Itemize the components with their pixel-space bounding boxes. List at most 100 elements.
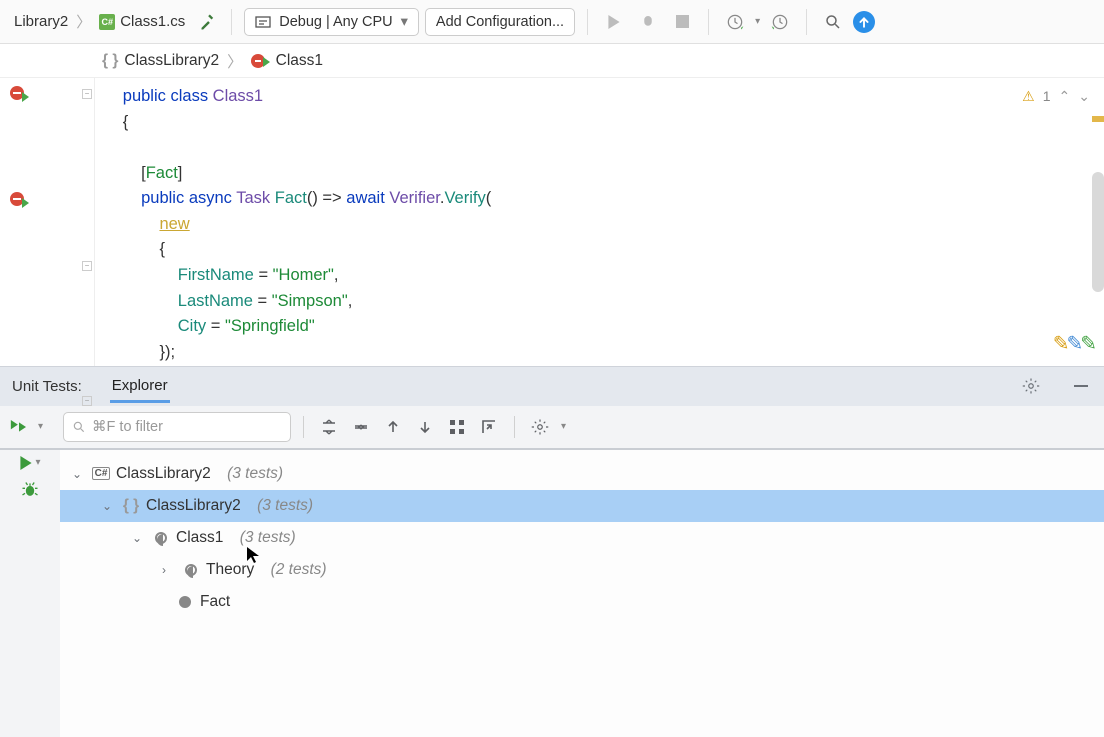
chevron-right-icon: 〉 — [76, 11, 91, 32]
code-line: LastName = "Simpson", — [109, 289, 1104, 315]
test-tree: ⌄ C# ClassLibrary2 (3 tests) ⌄ { } Class… — [60, 450, 1104, 737]
config-icon — [255, 14, 271, 30]
filter-input[interactable]: ⌘F to filter — [63, 412, 291, 442]
chevron-right-icon: 〉 — [227, 50, 243, 72]
toolbar-separator — [587, 9, 588, 35]
filter-placeholder: ⌘F to filter — [92, 419, 163, 435]
warning-icon: ⚠ — [1022, 86, 1035, 108]
update-available-icon[interactable] — [853, 11, 875, 33]
test-icon — [176, 596, 194, 608]
code-line: public class Class1 — [109, 84, 1104, 110]
tree-count: (3 tests) — [257, 497, 313, 515]
code-line: }); — [109, 340, 1104, 366]
collapse-all-icon[interactable] — [348, 414, 374, 440]
tree-node-class[interactable]: ⌄ Class1 (3 tests) — [60, 522, 1104, 554]
tree-label: ClassLibrary2 — [116, 465, 211, 483]
csharp-project-icon: C# — [92, 467, 110, 480]
unit-tests-panel-header: Unit Tests: Explorer — [0, 366, 1104, 406]
down-arrow-icon[interactable] — [412, 414, 438, 440]
unit-tests-toolbar: ▾ ⌘F to filter ▾ — [0, 406, 1104, 450]
test-group-icon — [182, 564, 200, 576]
cursor-icon — [246, 546, 260, 564]
build-hammer-icon[interactable] — [199, 12, 219, 32]
path-crumb[interactable]: Library2 〉 C# Class1.cs — [6, 7, 193, 36]
namespace-icon: { } — [122, 497, 140, 515]
run-dropdown-icon[interactable]: ▾ — [36, 421, 43, 432]
tree-node-theory[interactable]: › Theory (2 tests) — [60, 554, 1104, 586]
breadcrumb-ns-label: ClassLibrary2 — [124, 52, 219, 70]
minimize-icon[interactable] — [1070, 375, 1092, 397]
options-dropdown-icon[interactable]: ▾ — [559, 421, 566, 432]
code-line: City = "Springfield" — [109, 314, 1104, 340]
code-editor[interactable]: public class Class1 { [Fact] public asyn… — [95, 78, 1104, 366]
tree-count: (3 tests) — [227, 465, 283, 483]
unit-tests-label: Unit Tests: — [12, 378, 82, 395]
tree-count: (2 tests) — [271, 561, 327, 579]
options-gear-icon[interactable] — [527, 414, 553, 440]
tree-count: (3 tests) — [240, 529, 296, 547]
fold-icon[interactable]: − — [82, 89, 92, 99]
run-configuration-dropdown[interactable]: Debug | Any CPU ▾ — [244, 8, 419, 36]
unit-tests-body: ▾ ⌄ C# ClassLibrary2 (3 tests) ⌄ { } Cla… — [0, 450, 1104, 737]
run-button[interactable]: ▾ — [19, 456, 40, 470]
class-run-icon — [251, 54, 270, 68]
tree-label: ClassLibrary2 — [146, 497, 241, 515]
tree-node-fact[interactable]: Fact — [60, 586, 1104, 618]
code-line: FirstName = "Homer", — [109, 263, 1104, 289]
code-line: { — [109, 110, 1104, 136]
toolbar-separator — [514, 416, 515, 438]
debug-button[interactable] — [634, 8, 662, 36]
error-stripe-warning[interactable] — [1092, 116, 1104, 122]
fold-icon[interactable]: − — [82, 396, 92, 406]
explorer-tab[interactable]: Explorer — [110, 369, 170, 403]
warning-count: 1 — [1043, 86, 1051, 108]
layout-icon[interactable] — [476, 414, 502, 440]
gear-icon[interactable] — [1020, 375, 1042, 397]
chevron-down-icon[interactable]: ⌄ — [132, 531, 146, 545]
up-arrow-icon[interactable] — [380, 414, 406, 440]
run-test-gutter-icon[interactable] — [10, 192, 30, 212]
pencils-icon[interactable]: ✎✎✎ — [1053, 329, 1094, 360]
search-icon — [72, 420, 86, 434]
namespace-icon: { } — [102, 52, 118, 70]
chevron-down-icon[interactable]: ⌄ — [102, 499, 116, 513]
editor-breadcrumb: { } ClassLibrary2 〉 Class1 — [0, 44, 1104, 78]
add-configuration-button[interactable]: Add Configuration... — [425, 8, 575, 36]
run-test-gutter-icon[interactable] — [10, 86, 30, 106]
tree-node-project[interactable]: ⌄ C# ClassLibrary2 (3 tests) — [60, 458, 1104, 490]
chevron-down-icon[interactable]: ⌄ — [72, 467, 86, 481]
run-button[interactable] — [600, 8, 628, 36]
gutter: − − − — [0, 78, 95, 366]
tree-label: Fact — [200, 593, 230, 611]
toolbar-separator — [708, 9, 709, 35]
fold-icon[interactable]: − — [82, 261, 92, 271]
breadcrumb-class[interactable]: Class1 — [251, 52, 323, 70]
main-toolbar: Library2 〉 C# Class1.cs Debug | Any CPU … — [0, 0, 1104, 44]
stop-button[interactable] — [668, 8, 696, 36]
tree-node-namespace[interactable]: ⌄ { } ClassLibrary2 (3 tests) — [60, 490, 1104, 522]
expand-all-icon[interactable] — [316, 414, 342, 440]
search-icon[interactable] — [819, 8, 847, 36]
code-line — [109, 135, 1104, 161]
tree-label: Class1 — [176, 529, 223, 547]
refresh-icon[interactable] — [766, 8, 794, 36]
run-with-icon[interactable] — [721, 8, 749, 36]
code-line: public async Task Fact() => await Verifi… — [109, 186, 1104, 212]
prev-highlight-icon[interactable]: ⌃ — [1059, 86, 1071, 108]
config-label: Debug | Any CPU — [279, 14, 392, 30]
code-line: new — [109, 212, 1104, 238]
add-config-label: Add Configuration... — [436, 14, 564, 30]
toolbar-separator — [806, 9, 807, 35]
chevron-right-icon[interactable]: › — [162, 563, 176, 577]
inspection-widget[interactable]: ⚠ 1 ⌃ ⌄ — [1022, 86, 1090, 108]
run-all-tests-button[interactable] — [8, 418, 30, 436]
chevron-down-icon: ▾ — [401, 14, 408, 30]
chevron-down-icon[interactable]: ▾ — [755, 16, 760, 27]
debug-tests-icon[interactable] — [20, 480, 40, 500]
scrollbar-thumb[interactable] — [1092, 172, 1104, 292]
breadcrumb-namespace[interactable]: { } ClassLibrary2 — [102, 52, 219, 70]
code-line: [Fact] — [109, 161, 1104, 187]
next-highlight-icon[interactable]: ⌄ — [1078, 86, 1090, 108]
group-by-icon[interactable] — [444, 414, 470, 440]
toolbar-separator — [303, 416, 304, 438]
